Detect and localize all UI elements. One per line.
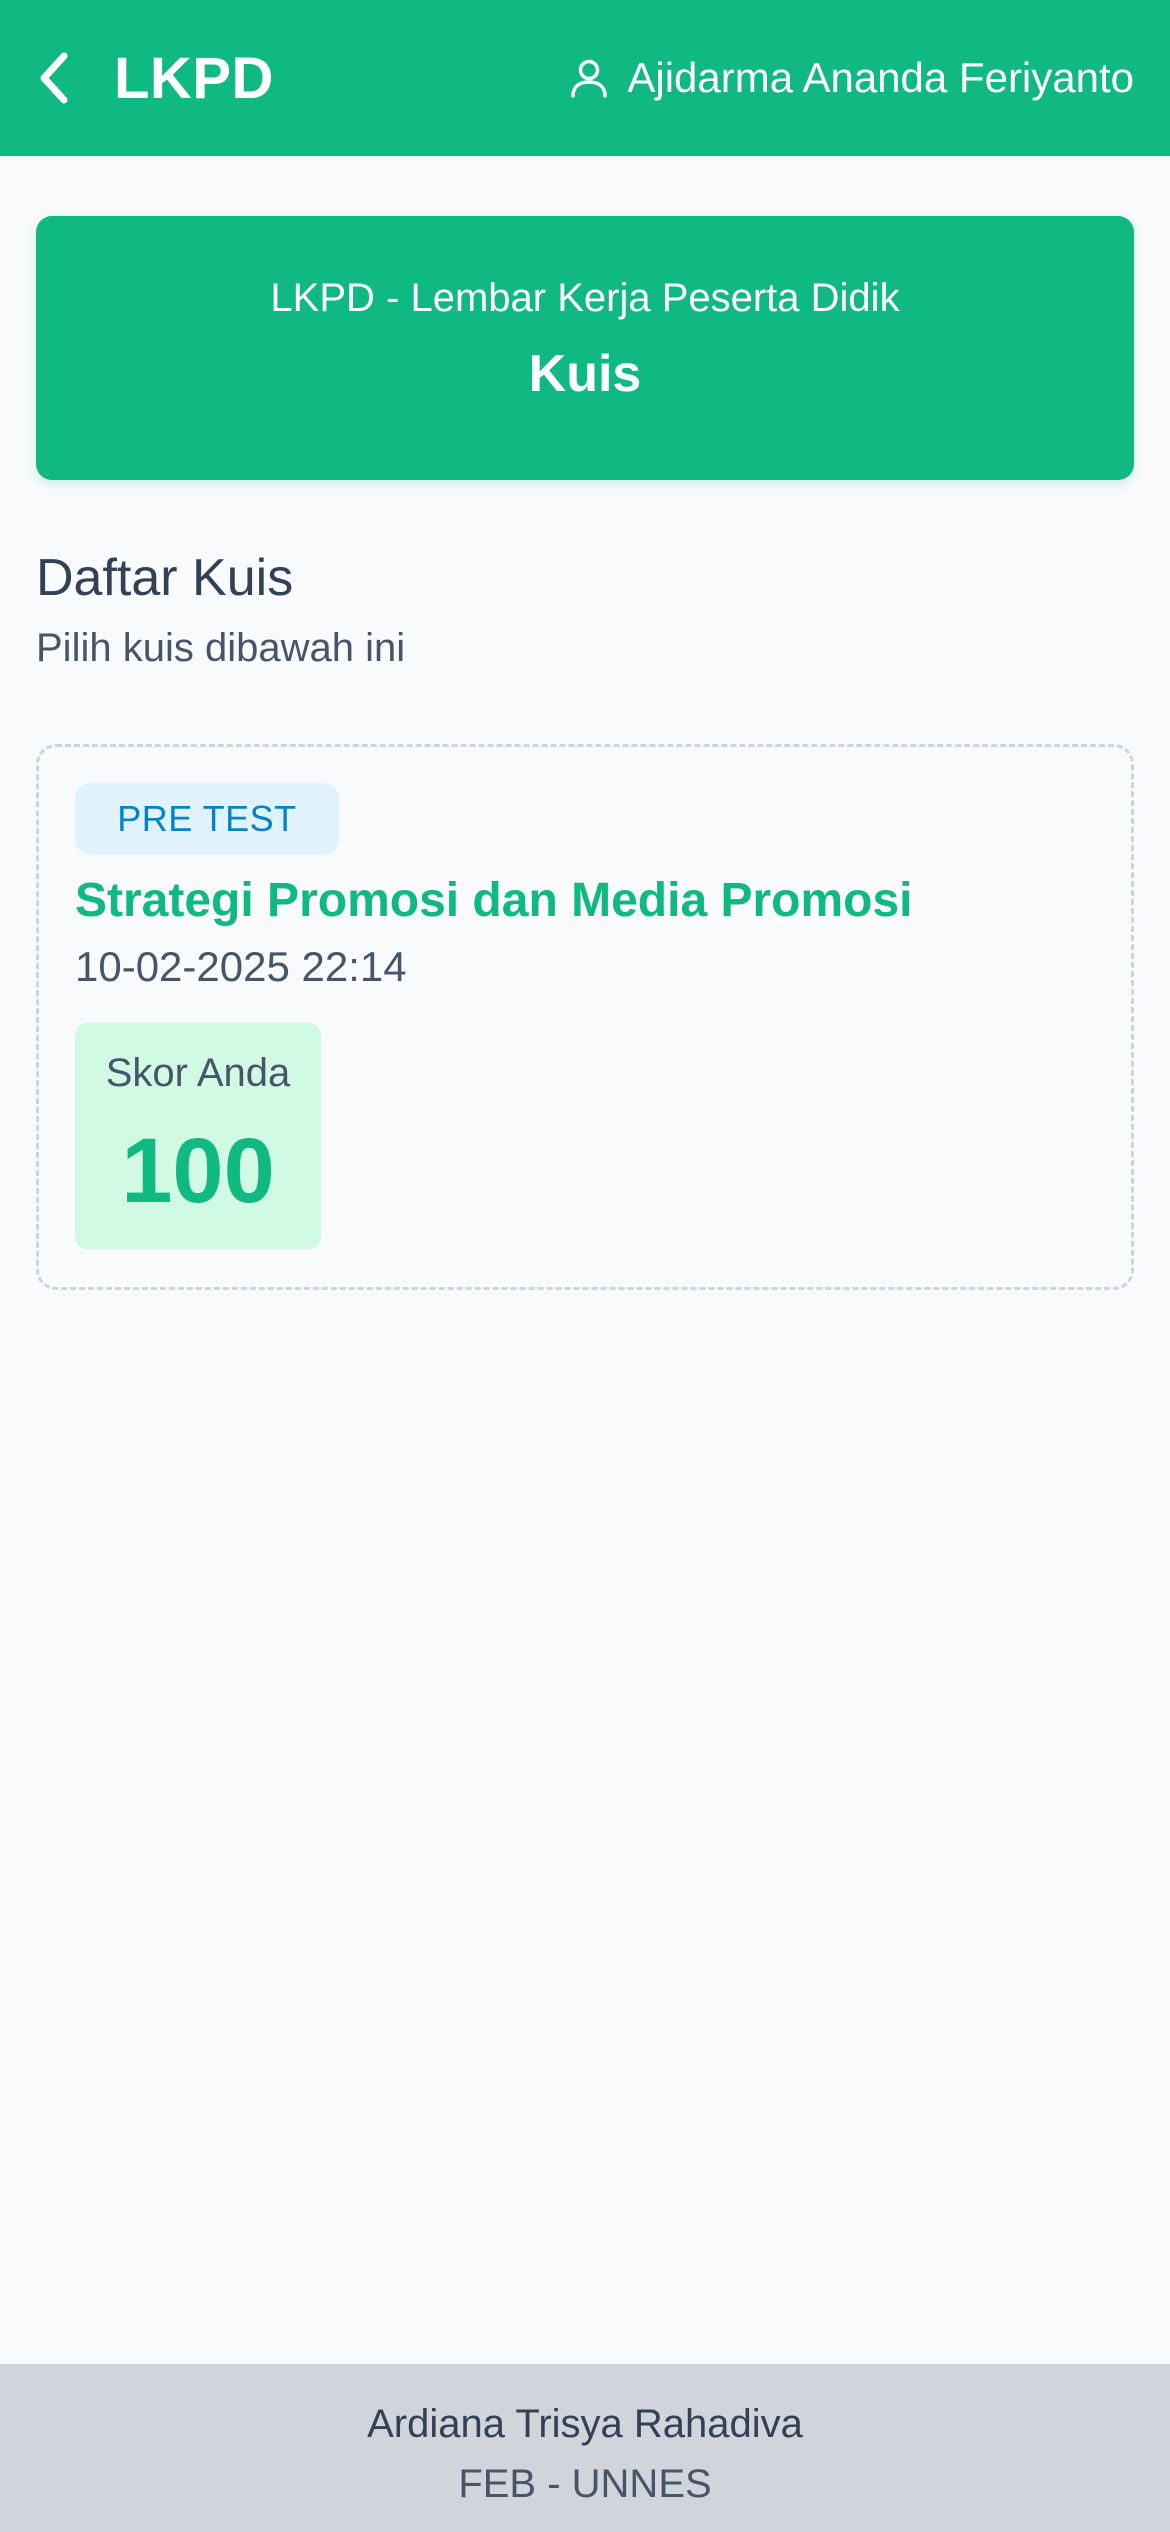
quiz-date: 10-02-2025 22:14 <box>75 943 407 990</box>
page: LKPD Ajidarma Ananda Feriyanto LKPD - Le… <box>0 0 1170 2532</box>
quiz-type-badge: PRE TEST <box>75 783 339 855</box>
section-subtitle: Pilih kuis dibawah ini <box>36 626 406 670</box>
hero-banner: LKPD - Lembar Kerja Peserta Didik Kuis <box>36 216 1134 480</box>
chevron-left-icon <box>40 52 68 104</box>
quiz-title: Strategi Promosi dan Media Promosi <box>75 874 913 927</box>
section-title: Daftar Kuis <box>36 549 294 607</box>
user-icon <box>567 56 611 100</box>
hero-title: Kuis <box>528 345 642 403</box>
score-label: Skor Anda <box>105 1051 291 1095</box>
top-bar: LKPD Ajidarma Ananda Feriyanto <box>0 0 1170 156</box>
quiz-card[interactable]: PRE TEST Strategi Promosi dan Media Prom… <box>36 744 1134 1290</box>
hero-subtitle: LKPD - Lembar Kerja Peserta Didik <box>270 276 900 320</box>
footer: Ardiana Trisya Rahadiva FEB - UNNES <box>0 2364 1170 2532</box>
app-title: LKPD <box>114 45 274 111</box>
footer-name: Ardiana Trisya Rahadiva <box>367 2402 803 2446</box>
user-name: Ajidarma Ananda Feriyanto <box>627 54 1134 101</box>
user-profile[interactable]: Ajidarma Ananda Feriyanto <box>567 54 1134 102</box>
score-value: 100 <box>121 1120 275 1222</box>
footer-org: FEB - UNNES <box>458 2462 712 2506</box>
score-box: Skor Anda 100 <box>75 1023 321 1249</box>
back-button[interactable] <box>36 48 80 108</box>
